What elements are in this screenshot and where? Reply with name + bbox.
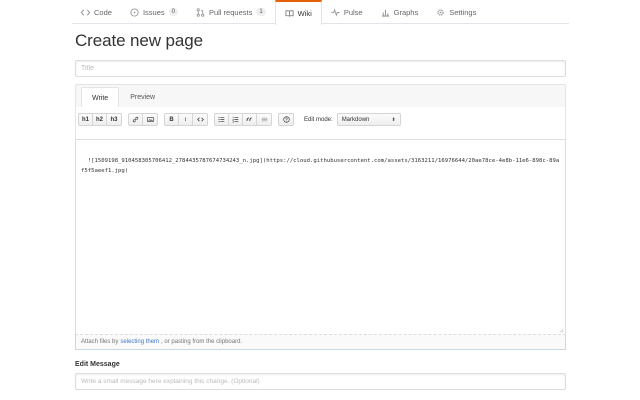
link-icon	[132, 116, 139, 123]
insert-button-group	[128, 113, 158, 126]
tab-wiki-label: Wiki	[297, 9, 312, 18]
tab-write[interactable]: Write	[81, 87, 120, 108]
quote-icon	[246, 117, 252, 121]
tab-graphs-label: Graphs	[393, 7, 419, 17]
help-button-group	[278, 113, 294, 126]
h1-button[interactable]: h1	[79, 114, 93, 125]
h3-button[interactable]: h3	[107, 114, 121, 125]
tab-settings-label: Settings	[449, 7, 477, 17]
attach-suffix: , or pasting from the clipboard.	[161, 339, 243, 345]
code-icon	[81, 8, 90, 17]
edit-mode-select[interactable]: Markdown ⬍	[336, 113, 401, 126]
ordered-list-icon	[232, 116, 239, 123]
page-title: Create new page	[75, 31, 203, 50]
tab-code[interactable]: Code	[72, 0, 121, 24]
book-icon	[285, 9, 294, 18]
tab-pulse-label: Pulse	[343, 7, 363, 17]
title-input[interactable]	[75, 60, 566, 77]
tab-issues[interactable]: Issues 0	[121, 0, 187, 24]
unordered-list-icon	[218, 116, 225, 123]
edit-message-label: Edit Message	[75, 361, 120, 368]
gear-icon	[436, 8, 445, 17]
editor-toolbar: h1 h2 h3 B i Edit mode: Markdown ⬍	[75, 107, 566, 132]
image-icon	[146, 117, 154, 122]
page-body-content: ![1509198_910458305706412_27844357876747…	[81, 158, 560, 174]
edit-mode-value: Markdown	[341, 116, 370, 123]
attach-prefix: Attach files by	[81, 339, 119, 345]
tab-graphs[interactable]: Graphs	[372, 0, 428, 24]
tab-wiki[interactable]: Wiki	[274, 0, 322, 25]
repo-nav: Code Issues 0 Pull requests 1 Wiki Pulse…	[72, 0, 569, 25]
list-button-group	[214, 113, 272, 126]
pull-requests-count-badge: 1	[256, 8, 266, 16]
tab-pull-requests-label: Pull requests	[208, 7, 253, 17]
pull-request-icon	[196, 7, 205, 17]
editor-tabs: Write Preview	[81, 87, 166, 108]
toolbar-spacer	[75, 132, 566, 139]
bold-button[interactable]: B	[165, 114, 179, 125]
code-button[interactable]	[193, 114, 207, 125]
h2-button[interactable]: h2	[93, 114, 107, 125]
code-icon	[196, 117, 204, 122]
editor-header: Write Preview	[75, 84, 566, 108]
format-button-group: B i	[164, 113, 208, 126]
issue-icon	[130, 7, 139, 17]
help-button[interactable]	[279, 114, 293, 125]
italic-button[interactable]: i	[179, 114, 193, 125]
edit-message-input[interactable]	[75, 373, 566, 390]
unordered-list-button[interactable]	[215, 114, 229, 125]
tab-pulse[interactable]: Pulse	[322, 0, 372, 24]
tab-issues-label: Issues	[142, 7, 165, 17]
pulse-icon	[331, 7, 340, 17]
horizontal-rule-button[interactable]	[257, 114, 271, 125]
issues-count-badge: 0	[168, 8, 178, 16]
image-button[interactable]	[143, 114, 157, 125]
horizontal-rule-icon	[261, 117, 267, 122]
select-files-link[interactable]: selecting them	[120, 339, 159, 345]
attach-files-bar[interactable]: Attach files by selecting them , or past…	[75, 334, 566, 350]
blockquote-button[interactable]	[243, 114, 257, 125]
tab-settings[interactable]: Settings	[427, 0, 485, 24]
tab-pull-requests[interactable]: Pull requests 1	[187, 0, 275, 24]
select-arrows-icon: ⬍	[391, 116, 396, 123]
heading-button-group: h1 h2 h3	[78, 113, 122, 126]
tab-code-label: Code	[94, 7, 112, 17]
resize-handle-icon[interactable]	[559, 328, 564, 333]
graph-icon	[381, 8, 390, 17]
question-icon	[282, 116, 290, 123]
tab-preview[interactable]: Preview	[119, 87, 166, 107]
link-button[interactable]	[129, 114, 143, 125]
edit-mode-label: Edit mode:	[304, 116, 333, 123]
ordered-list-button[interactable]	[229, 114, 243, 125]
page-body-textarea[interactable]: ![1509198_910458305706412_27844357876747…	[75, 139, 566, 335]
